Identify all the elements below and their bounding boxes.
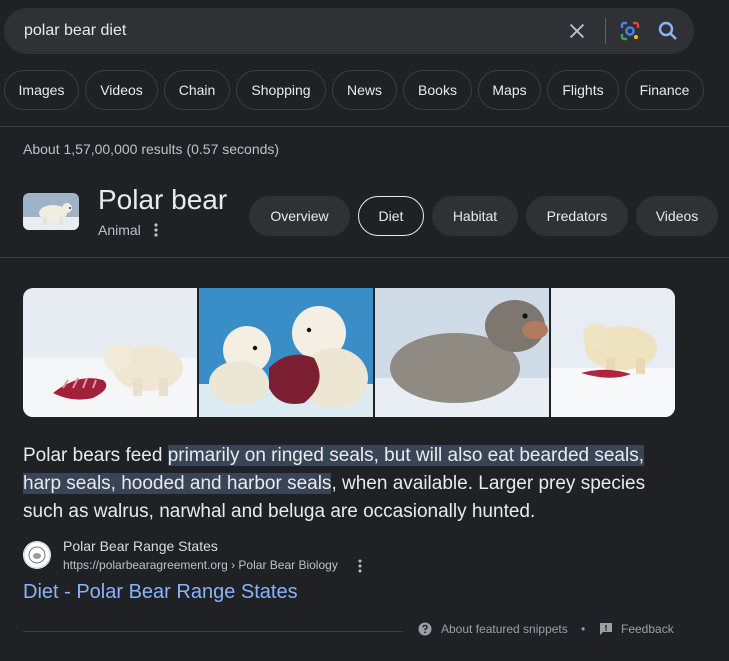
image-strip	[23, 288, 675, 417]
footer-divider	[23, 631, 403, 632]
source-url[interactable]: https://polarbearagreement.org › Polar B…	[63, 558, 338, 572]
chip-images[interactable]: Images	[4, 70, 79, 110]
knowledge-panel-title: Polar bear	[98, 184, 228, 215]
search-icon[interactable]	[656, 19, 680, 43]
divider	[0, 126, 729, 127]
more-vert-icon[interactable]	[148, 221, 164, 239]
search-input[interactable]: polar bear diet	[24, 22, 126, 40]
polar-bear-thumbnail[interactable]	[23, 193, 79, 230]
result-stats: About 1,57,00,000 results (0.57 seconds)	[23, 141, 280, 157]
google-lens-icon[interactable]	[618, 19, 642, 43]
chip-videos[interactable]: Videos	[85, 70, 158, 110]
chip-books[interactable]: Books	[403, 70, 472, 110]
close-icon[interactable]	[566, 20, 588, 42]
footer-separator: •	[581, 622, 586, 636]
snippet-text-start: Polar bears feed	[23, 445, 168, 466]
tab-habitat[interactable]: Habitat	[432, 196, 518, 236]
divider	[0, 257, 729, 258]
tab-overview[interactable]: Overview	[249, 196, 350, 236]
image-bear-on-ice[interactable]	[551, 288, 675, 417]
chip-news[interactable]: News	[332, 70, 397, 110]
image-bear-eating-seal[interactable]	[23, 288, 197, 417]
chip-chain[interactable]: Chain	[164, 70, 230, 110]
chip-flights[interactable]: Flights	[547, 70, 619, 110]
source-favicon[interactable]	[23, 541, 51, 569]
image-cubs-eating[interactable]	[199, 288, 373, 417]
tab-predators[interactable]: Predators	[526, 196, 628, 236]
about-featured-snippets-label: About featured snippets	[441, 622, 568, 636]
knowledge-panel-subtitle: Animal	[98, 222, 141, 238]
chip-finance[interactable]: Finance	[625, 70, 704, 110]
tab-diet[interactable]: Diet	[358, 196, 424, 236]
about-featured-snippets-link[interactable]: About featured snippets	[418, 622, 568, 636]
chip-shopping[interactable]: Shopping	[236, 70, 326, 110]
search-bar-separator	[605, 18, 606, 44]
image-bearded-seal[interactable]	[375, 288, 549, 417]
tab-videos[interactable]: Videos	[636, 196, 718, 236]
search-bar[interactable]: polar bear diet	[4, 8, 694, 54]
more-vert-icon[interactable]	[353, 557, 367, 575]
feedback-icon	[600, 623, 612, 635]
feedback-label: Feedback	[621, 622, 674, 636]
result-title-link[interactable]: Diet - Polar Bear Range States	[23, 581, 298, 604]
featured-snippet-text: Polar bears feed primarily on ringed sea…	[23, 442, 673, 526]
source-site-name[interactable]: Polar Bear Range States	[63, 538, 218, 554]
feedback-link[interactable]: Feedback	[599, 622, 674, 636]
chip-maps[interactable]: Maps	[478, 70, 541, 110]
help-icon	[418, 622, 432, 636]
